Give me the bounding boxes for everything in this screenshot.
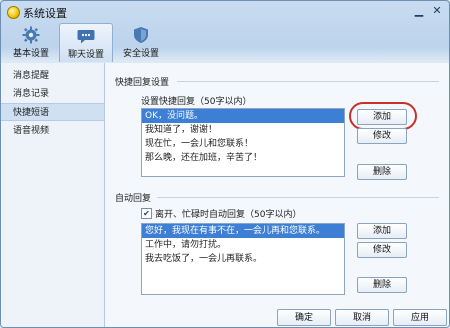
chat-bubble-icon	[77, 30, 95, 44]
minimize-button[interactable]: ▁	[411, 4, 427, 18]
list-item[interactable]: 您好，我现在有事不在，一会儿再和您联系。	[142, 224, 344, 238]
quick-reply-list[interactable]: OK，没问题。 我知道了，谢谢！ 现在忙，一会儿和您联系！ 那么晚，还在加班，辛…	[141, 108, 345, 177]
sidebar-item-voice-video[interactable]: 语音视频	[1, 122, 104, 140]
tab-security-settings[interactable]: 安全设置	[115, 23, 167, 61]
gear-icon	[22, 26, 40, 44]
section-divider	[157, 197, 439, 198]
sidebar-item-quick-phrases[interactable]: 快捷短语	[1, 103, 104, 121]
section-divider	[177, 81, 439, 82]
highlight-annotation	[349, 102, 417, 130]
cancel-button[interactable]: 取消	[335, 309, 389, 326]
list-item[interactable]: 我去吃饭了，一会儿再联系。	[142, 252, 344, 266]
tab-chat-settings[interactable]: 聊天设置	[59, 23, 113, 62]
auto-reply-list[interactable]: 您好，我现在有事不在，一会儿再和您联系。 工作中，请勿打扰。 我去吃饭了，一会儿…	[141, 223, 345, 295]
list-item[interactable]: 现在忙，一会儿和您联系！	[142, 137, 344, 151]
tab-label: 安全设置	[122, 49, 159, 59]
title-bar[interactable]: 系统设置 ▁ ✕	[1, 1, 449, 23]
auto-reply-checkbox-label: 离开、忙碌时自动回复（50字以内）	[155, 210, 302, 220]
apply-button[interactable]: 应用	[393, 309, 447, 326]
window-title: 系统设置	[23, 7, 67, 20]
sidebar-item-message-alerts[interactable]: 消息提醒	[1, 67, 104, 85]
main-panel: 快捷回复设置 设置快捷回复（50字以内） OK，没问题。 我知道了，谢谢！ 现在…	[105, 63, 449, 327]
list-item[interactable]: 我知道了，谢谢！	[142, 123, 344, 137]
quick-reply-sub-label: 设置快捷回复（50字以内）	[141, 97, 252, 107]
ok-button[interactable]: 确定	[277, 309, 331, 326]
quick-reply-delete-button[interactable]: 删除	[357, 164, 407, 180]
settings-window: 系统设置 ▁ ✕ 基本设置 聊天设置 安全设置 消息提醒 消息记录 快捷短语 语…	[0, 0, 450, 328]
app-logo-icon	[7, 6, 20, 19]
list-item[interactable]: 工作中，请勿打扰。	[142, 238, 344, 252]
settings-tabs: 基本设置 聊天设置 安全设置	[1, 23, 449, 63]
quick-reply-section-title: 快捷回复设置	[115, 78, 170, 88]
sidebar-nav: 消息提醒 消息记录 快捷短语 语音视频	[1, 63, 105, 327]
auto-reply-edit-button[interactable]: 修改	[357, 242, 407, 258]
tab-label: 聊天设置	[67, 50, 104, 60]
auto-reply-section-title: 自动回复	[115, 194, 152, 204]
auto-reply-checkbox[interactable]: ✔	[141, 208, 152, 219]
shield-icon	[134, 27, 148, 43]
tab-label: 基本设置	[12, 49, 49, 59]
auto-reply-add-button[interactable]: 添加	[357, 223, 407, 239]
tab-basic-settings[interactable]: 基本设置	[5, 23, 57, 61]
auto-reply-delete-button[interactable]: 删除	[357, 277, 407, 293]
sidebar-item-message-history[interactable]: 消息记录	[1, 85, 104, 103]
quick-reply-edit-button[interactable]: 修改	[357, 128, 407, 144]
list-item[interactable]: OK，没问题。	[142, 109, 344, 123]
close-button[interactable]: ✕	[429, 4, 445, 18]
list-item[interactable]: 那么晚，还在加班，辛苦了！	[142, 151, 344, 165]
